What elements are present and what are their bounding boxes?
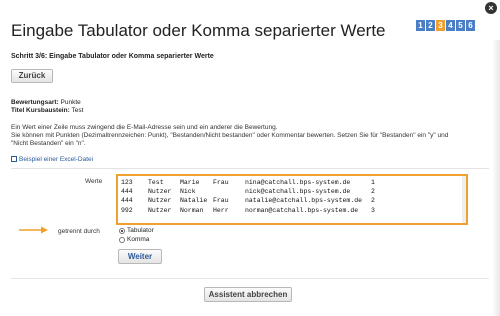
cell: Nutzer (148, 206, 172, 214)
cell: natalie@catchall.bps-system.de (245, 197, 363, 205)
textarea-scrollbar[interactable] (462, 176, 466, 223)
values-textarea[interactable]: 123 Test Marie Frau nina@catchall.bps-system… (116, 174, 468, 225)
cell: 1 (371, 179, 375, 186)
course-title: Titel Kursbaustein: Test (11, 107, 83, 114)
rating-type-value: Punkte (60, 99, 81, 106)
arrow-right-icon (19, 226, 48, 234)
step-5: 5 (456, 20, 465, 31)
cell: nina@catchall.bps-system.de (245, 179, 351, 186)
step-1: 1 (416, 20, 425, 31)
info-line-2: Sie können mit Punkten (Dezimaltrennzeic… (11, 132, 449, 139)
cell: 444 (121, 188, 133, 196)
course-title-value: Test (71, 107, 84, 114)
rating-type-label: Bewertungsart: (11, 99, 59, 106)
radio-tabulator-label: Tabulator (127, 227, 154, 234)
external-link-icon (11, 156, 17, 162)
cell: Frau (213, 179, 229, 186)
values-label: Werte (85, 178, 103, 185)
dialog-title: Eingabe Tabulator oder Komma separierter… (11, 21, 386, 40)
cell: Nutzer (148, 197, 172, 205)
cell: Natalie (180, 197, 208, 205)
cell: 2 (371, 188, 375, 196)
cell: Nutzer (148, 188, 172, 196)
rating-type: Bewertungsart: Punkte (11, 99, 81, 106)
cell: 123 (121, 179, 133, 186)
step-2: 2 (426, 20, 435, 31)
step-4: 4 (446, 20, 455, 31)
cell: nick@catchall.bps-system.de (245, 188, 351, 196)
cell: 3 (371, 206, 375, 214)
info-line-3: "Nicht Bestanden" ein "n". (11, 140, 86, 147)
close-icon[interactable]: × (485, 2, 497, 14)
step-label: Schritt 3/6: Eingabe Tabulator oder Komm… (11, 53, 214, 60)
back-button[interactable]: Zurück (11, 69, 53, 83)
course-title-label: Titel Kursbaustein: (11, 107, 70, 114)
radio-tabulator[interactable]: Tabulator (119, 227, 154, 234)
table-row: 444 Nutzer Natalie Frau natalie@catchall.bps… (121, 196, 463, 205)
cell: Nick (180, 188, 196, 196)
cell: Herr (213, 206, 229, 214)
radio-button-selected[interactable] (119, 227, 125, 234)
example-excel-link[interactable]: Beispiel einer Excel-Datei (11, 156, 93, 163)
cell: 2 (371, 197, 375, 205)
info-line-1: Ein Wert einer Zeile muss zwingend die E… (11, 124, 278, 131)
separator-label: getrennt durch (58, 228, 100, 235)
example-link-label: Beispiel einer Excel-Datei (19, 156, 94, 163)
step-3-active: 3 (436, 20, 445, 31)
wizard-steps: 1 2 3 4 5 6 (416, 20, 475, 31)
cell: Norman (180, 206, 204, 214)
cell: Marie (180, 179, 200, 186)
table-row: 992 Nutzer Norman Herr norman@catchall.bps-s… (121, 206, 463, 215)
import-dialog: × Eingabe Tabulator oder Komma separiert… (0, 0, 500, 316)
cell: norman@catchall.bps-system.de (245, 206, 359, 214)
cell: 992 (121, 206, 133, 214)
divider (11, 278, 489, 279)
radio-button[interactable] (119, 236, 125, 243)
step-6: 6 (466, 20, 475, 31)
radio-komma[interactable]: Komma (119, 236, 149, 243)
cell: Test (148, 179, 164, 186)
cell: Frau (213, 197, 229, 205)
table-row: 123 Test Marie Frau nina@catchall.bps-system… (121, 178, 463, 187)
table-row: 444 Nutzer Nick nick@catchall.bps-system.de… (121, 187, 463, 196)
cell: 444 (121, 197, 133, 205)
divider (11, 168, 489, 169)
cancel-wizard-button[interactable]: Assistent abbrechen (204, 287, 292, 302)
radio-komma-label: Komma (127, 236, 150, 243)
cell (213, 187, 245, 196)
background-edge (492, 40, 500, 316)
next-button[interactable]: Weiter (118, 249, 162, 264)
